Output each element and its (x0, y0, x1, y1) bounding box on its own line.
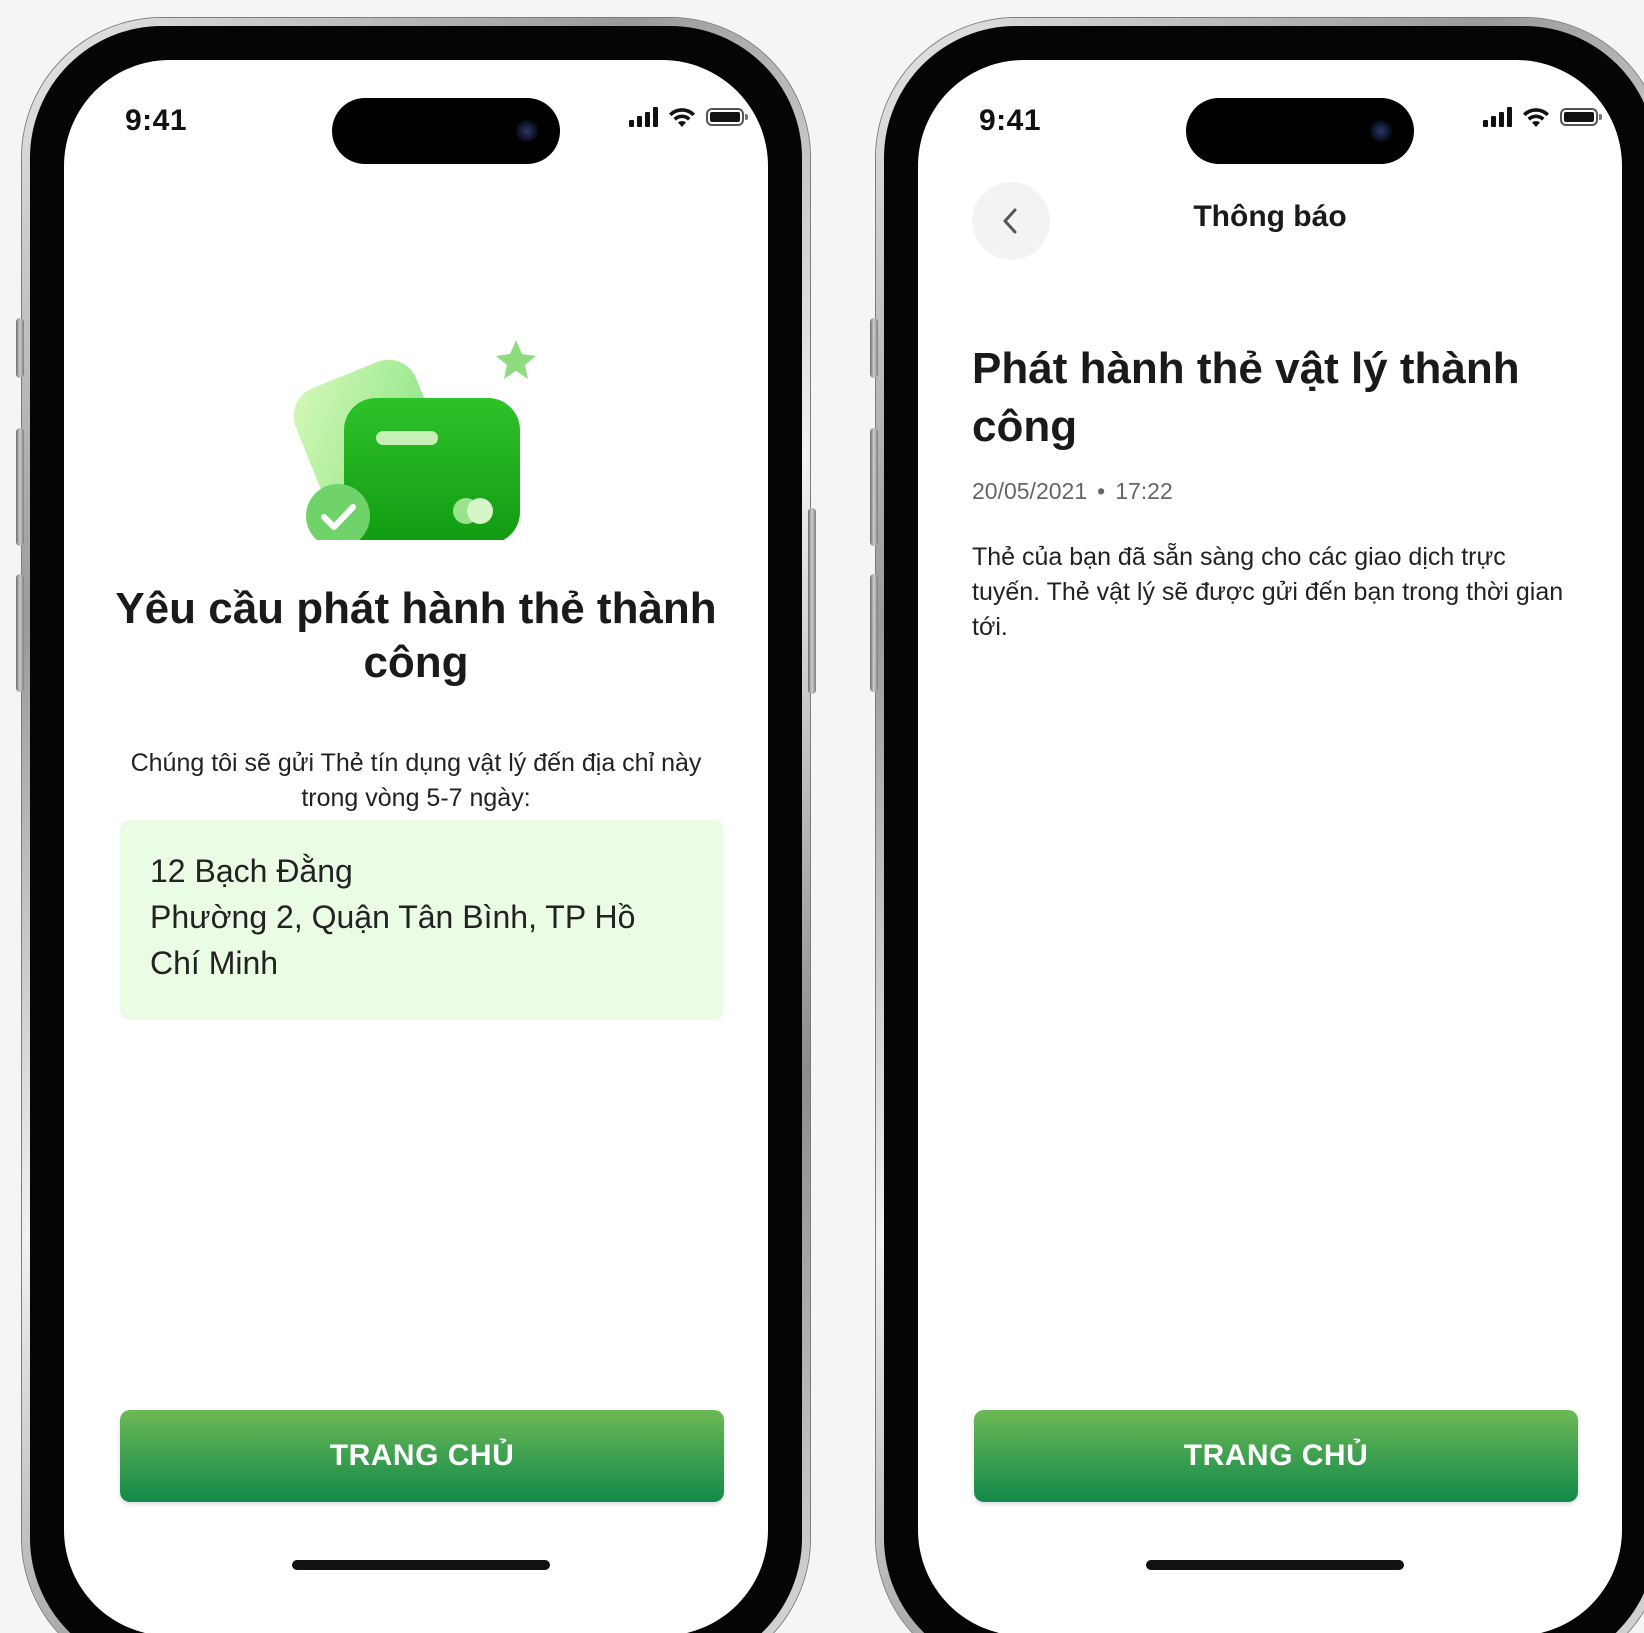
notification-time: 17:22 (1115, 478, 1173, 504)
notification-body: Thẻ của bạn đã sẵn sàng cho các giao dịc… (972, 543, 1564, 641)
notification-date: 20/05/2021 (972, 478, 1088, 504)
status-icons (1483, 106, 1602, 128)
power-button (808, 508, 816, 694)
volume-up-button (16, 428, 24, 546)
camera-icon (1370, 120, 1392, 142)
mute-switch (870, 318, 878, 378)
volume-down-button (16, 574, 24, 692)
notification-meta: 20/05/2021 • 17:22 (972, 478, 1173, 504)
page-title: Thông báo (1193, 200, 1347, 233)
phone-bezel: 9:41 (884, 26, 1644, 1633)
signal-icon (629, 107, 658, 127)
home-indicator[interactable] (1146, 1560, 1404, 1570)
wifi-icon (1523, 108, 1549, 127)
home-button[interactable]: TRANG CHỦ (974, 1410, 1578, 1502)
screen-success: 9:41 Yêu cầu phát hành thẻ thành công Ch… (64, 60, 768, 1633)
stage: 9:41 Yêu cầu phát hành thẻ thành công Ch… (0, 0, 1644, 1633)
signal-icon (1483, 107, 1512, 127)
screen-notification: 9:41 Thông báo Phát hành thẻ vật lý thàn… (918, 60, 1622, 1633)
camera-icon (516, 120, 538, 142)
status-time: 9:41 (125, 104, 188, 137)
battery-icon (706, 108, 748, 126)
notification-title: Phát hành thẻ vật lý thành công (972, 344, 1520, 451)
dynamic-island (332, 98, 560, 164)
address-box: 12 Bạch Đằng Phường 2, Quận Tân Bình, TP… (120, 820, 724, 1020)
card-success-icon (293, 340, 536, 540)
status-icons (629, 106, 748, 128)
address-line-2: Phường 2, Quận Tân Bình, TP Hồ (150, 899, 636, 935)
wifi-icon (669, 108, 695, 127)
success-description: Chúng tôi sẽ gửi Thẻ tín dụng vật lý đến… (130, 749, 702, 812)
phone-frame-notification: 9:41 Thông báo Phát hành thẻ vật lý thàn… (870, 18, 1644, 1633)
address-line-1: 12 Bạch Đằng (150, 853, 353, 889)
volume-up-button (870, 428, 878, 546)
mute-switch (16, 318, 24, 378)
success-title: Yêu cầu phát hành thẻ thành công (115, 584, 717, 687)
volume-down-button (870, 574, 878, 692)
address-line-3: Chí Minh (150, 945, 279, 981)
home-button[interactable]: TRANG CHỦ (120, 1410, 724, 1502)
dynamic-island (1186, 98, 1414, 164)
phone-frame-success: 9:41 Yêu cầu phát hành thẻ thành công Ch… (16, 18, 816, 1633)
phone-bezel: 9:41 (30, 26, 802, 1633)
status-time: 9:41 (979, 104, 1042, 137)
home-indicator[interactable] (292, 1560, 550, 1570)
battery-icon (1560, 108, 1602, 126)
